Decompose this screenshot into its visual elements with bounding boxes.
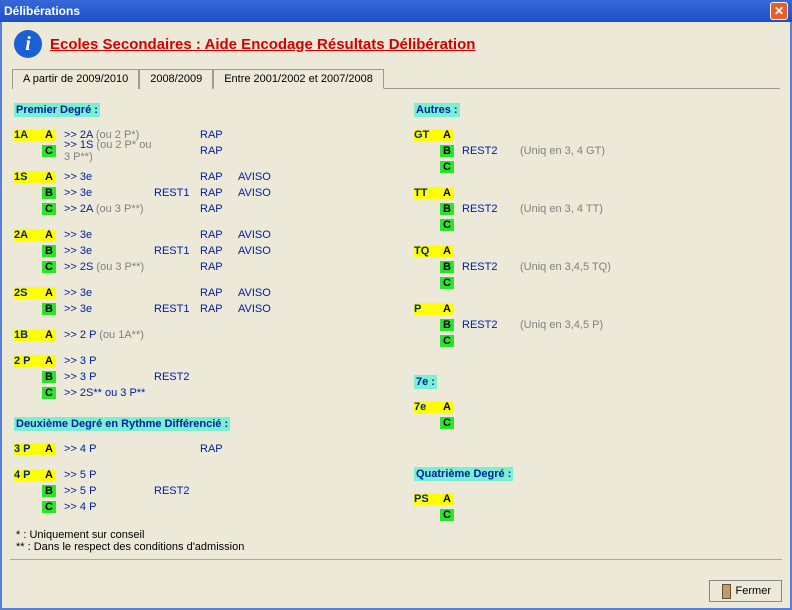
- footnote-2: ** : Dans le respect des conditions d'ad…: [16, 541, 776, 553]
- row-2P-C: C >> 2S** ou 3 P**: [14, 385, 414, 401]
- section-autres: Autres :: [414, 103, 460, 117]
- titlebar: Délibérations ✕: [0, 0, 792, 22]
- row-P-C: C: [414, 333, 774, 349]
- close-button-label: Fermer: [736, 585, 771, 597]
- window-title: Délibérations: [4, 4, 80, 18]
- row-2A-B: B >> 3e REST1 RAP AVISO: [14, 243, 414, 259]
- dest-text: >> 1S (ou 2 P* ou 3 P**): [64, 139, 154, 163]
- section-7e: 7e :: [414, 375, 437, 389]
- close-icon[interactable]: ✕: [770, 2, 788, 20]
- row-2P-B: B >> 3 P REST2: [14, 369, 414, 385]
- row-4P-C: C >> 4 P: [14, 499, 414, 515]
- close-button[interactable]: Fermer: [709, 580, 782, 602]
- info-icon: i: [14, 30, 42, 58]
- row-TT-B: B REST2 (Uniq en 3, 4 TT): [414, 201, 774, 217]
- row-P-B: B REST2 (Uniq en 3,4,5 P): [414, 317, 774, 333]
- row-TQ-C: C: [414, 275, 774, 291]
- row-GT-C: C: [414, 159, 774, 175]
- row-2S-A: 2S A >> 3e RAP AVISO: [14, 285, 414, 301]
- tab-2008[interactable]: 2008/2009: [139, 69, 213, 89]
- right-column: Autres : GT A B REST2 (Uniq en 3, 4 GT) …: [414, 97, 774, 523]
- tab-2001-2007[interactable]: Entre 2001/2002 et 2007/2008: [213, 69, 384, 89]
- row-1B-A: 1B A >> 2 P (ou 1A**): [14, 327, 414, 343]
- row-3P-A: 3 P A >> 4 P RAP: [14, 441, 414, 457]
- left-column: Premier Degré : 1A A >> 2A (ou 2 P*) RAP…: [14, 97, 414, 523]
- door-icon: [720, 584, 732, 598]
- row-1S-B: B >> 3e REST1 RAP AVISO: [14, 185, 414, 201]
- row-TQ-A: TQ A: [414, 243, 774, 259]
- section-quatrieme: Quatrième Degré :: [414, 467, 513, 481]
- tab-bar: A partir de 2009/2010 2008/2009 Entre 20…: [12, 68, 780, 89]
- row-P-A: P A: [414, 301, 774, 317]
- level-label: 1A: [14, 129, 42, 141]
- footnotes: * : Uniquement sur conseil ** : Dans le …: [6, 527, 786, 555]
- grade-letter: C: [42, 145, 56, 157]
- row-7e-A: 7e A: [414, 399, 774, 415]
- separator: [10, 559, 782, 560]
- section-premier: Premier Degré :: [14, 103, 100, 117]
- row-GT-A: GT A: [414, 127, 774, 143]
- row-4P-A: 4 P A >> 5 P: [14, 467, 414, 483]
- tab-2009plus[interactable]: A partir de 2009/2010: [12, 69, 139, 89]
- content-panel: i Ecoles Secondaires : Aide Encodage Rés…: [0, 22, 792, 610]
- row-TT-A: TT A: [414, 185, 774, 201]
- row-1S-C: C >> 2A (ou 3 P**) RAP: [14, 201, 414, 217]
- footnote-1: * : Uniquement sur conseil: [16, 529, 776, 541]
- row-4P-B: B >> 5 P REST2: [14, 483, 414, 499]
- rap-text: RAP: [200, 129, 238, 141]
- row-TT-C: C: [414, 217, 774, 233]
- row-PS-A: PS A: [414, 491, 774, 507]
- section-deuxieme: Deuxième Degré en Rythme Différencié :: [14, 417, 230, 431]
- row-1A-C: C >> 1S (ou 2 P* ou 3 P**) RAP: [14, 143, 414, 159]
- row-7e-C: C: [414, 415, 774, 431]
- row-2S-B: B >> 3e REST1 RAP AVISO: [14, 301, 414, 317]
- page-title: Ecoles Secondaires : Aide Encodage Résul…: [50, 36, 475, 53]
- row-TQ-B: B REST2 (Uniq en 3,4,5 TQ): [414, 259, 774, 275]
- row-2A-C: C >> 2S (ou 3 P**) RAP: [14, 259, 414, 275]
- row-2A-A: 2A A >> 3e RAP AVISO: [14, 227, 414, 243]
- row-GT-B: B REST2 (Uniq en 3, 4 GT): [414, 143, 774, 159]
- row-PS-C: C: [414, 507, 774, 523]
- grade-letter: A: [42, 129, 56, 141]
- row-1S-A: 1S A >> 3e RAP AVISO: [14, 169, 414, 185]
- row-2P-A: 2 P A >> 3 P: [14, 353, 414, 369]
